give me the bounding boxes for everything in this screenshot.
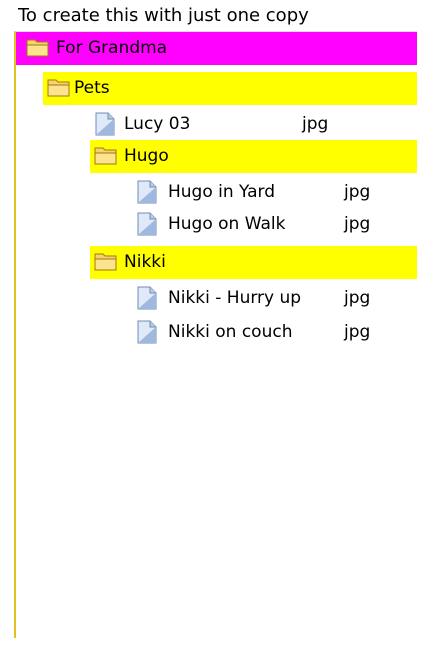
tree-item-label: Pets — [74, 78, 110, 98]
file-icon — [136, 320, 160, 344]
file-icon — [136, 212, 160, 236]
tree-item-label: Hugo — [124, 146, 169, 166]
tree-item-nikki-hurry-up[interactable]: Nikki - Hurry up jpg — [132, 282, 392, 315]
folder-icon — [47, 76, 71, 100]
tree-item-label: For Grandma — [56, 38, 168, 58]
folder-icon — [94, 144, 118, 168]
tree-item-hugo-in-yard[interactable]: Hugo in Yard jpg — [132, 176, 392, 209]
tree-item-extension: jpg — [302, 114, 329, 134]
folder-icon — [94, 250, 118, 274]
tree-item-nikki[interactable]: Nikki — [90, 246, 417, 279]
tree-item-for-grandma[interactable]: For Grandma — [16, 32, 417, 65]
tree-item-hugo-on-walk[interactable]: Hugo on Walk jpg — [132, 208, 392, 241]
tree-item-pets[interactable]: Pets — [43, 72, 417, 105]
file-icon — [136, 286, 160, 310]
tree-item-label: Hugo on Walk — [168, 214, 286, 234]
file-icon — [136, 180, 160, 204]
tree-item-extension: jpg — [344, 288, 371, 308]
tree-item-label: Hugo in Yard — [168, 182, 275, 202]
tree-item-label: Lucy 03 — [124, 114, 191, 134]
tree-item-hugo[interactable]: Hugo — [90, 140, 417, 173]
file-icon — [94, 112, 118, 136]
folder-icon — [26, 36, 50, 60]
tree-item-extension: jpg — [344, 322, 371, 342]
tree-item-label: Nikki on couch — [168, 322, 293, 342]
caption-text: To create this with just one copy — [18, 5, 309, 26]
tree-item-label: Nikki - Hurry up — [168, 288, 302, 308]
tree-item-label: Nikki — [124, 252, 166, 272]
tree-item-extension: jpg — [344, 214, 371, 234]
tree-item-extension: jpg — [344, 182, 371, 202]
tree-item-lucy-03[interactable]: Lucy 03 jpg — [90, 108, 390, 141]
tree-item-nikki-on-couch[interactable]: Nikki on couch jpg — [132, 316, 392, 349]
